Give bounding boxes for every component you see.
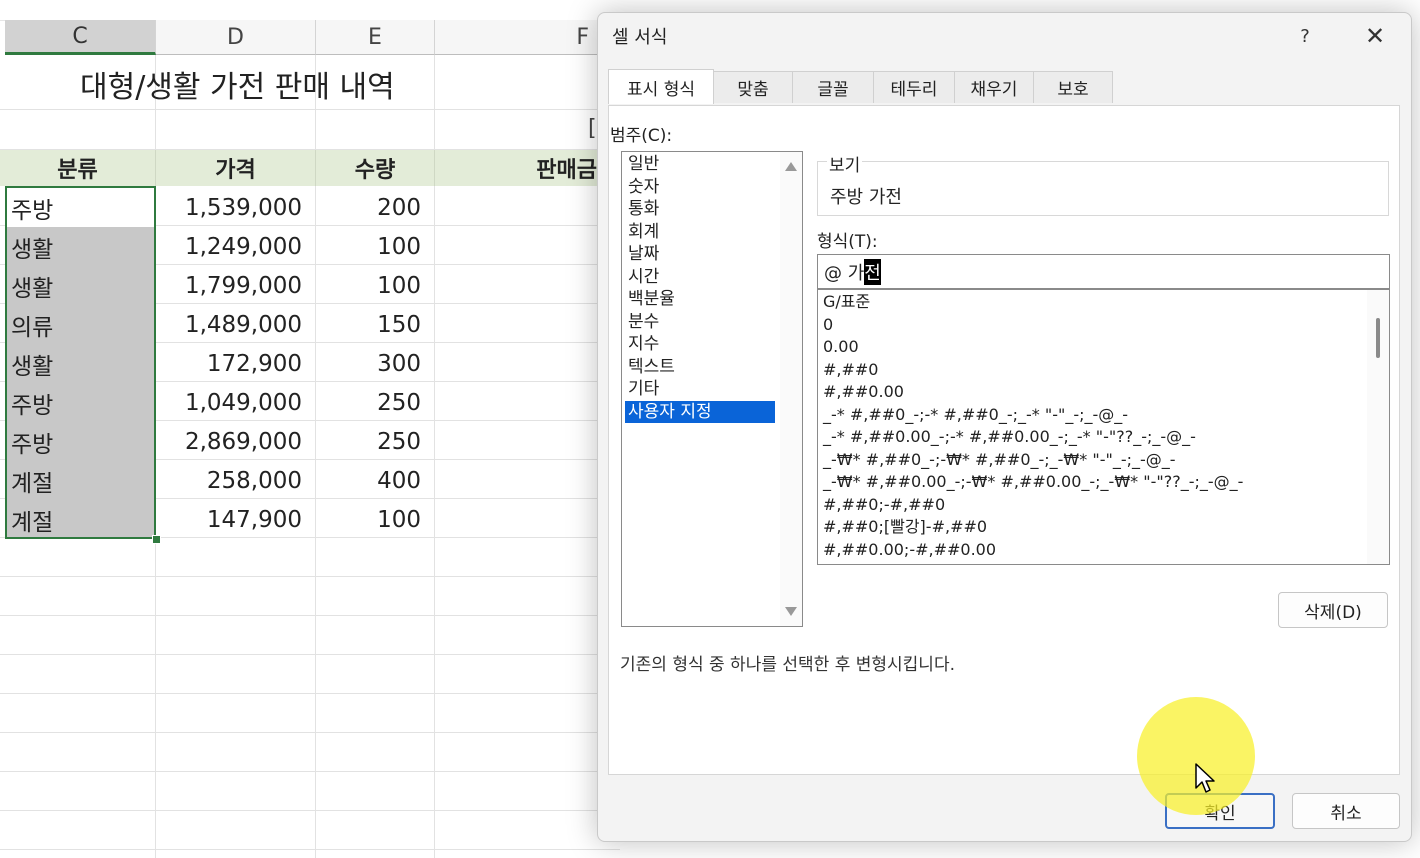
category-item[interactable]: 지수 — [625, 333, 775, 355]
format-item[interactable]: #,##0.00 — [823, 381, 904, 404]
cell-qty[interactable]: 100 — [316, 266, 435, 305]
scroll-up-icon[interactable] — [785, 162, 797, 171]
category-list[interactable]: 일반 숫자 통화 회계 날짜 시간 백분율 분수 지수 텍스트 기타 사용자 지… — [621, 151, 803, 627]
tab-font[interactable]: 글꼴 — [792, 71, 874, 103]
format-item[interactable]: _-* #,##0.00_-;-* #,##0.00_-;_-* "-"??_-… — [823, 426, 1196, 449]
category-item[interactable]: 통화 — [625, 198, 775, 220]
cell-price[interactable]: 172,900 — [156, 344, 316, 383]
format-cells-dialog: 셀 서식 ? ✕ 표시 형식 맞춤 글꼴 테두리 채우기 보호 범주(C): 일… — [597, 12, 1412, 842]
cell-category[interactable]: 의류 — [5, 305, 156, 344]
cell-price[interactable]: 1,539,000 — [156, 188, 316, 227]
category-item[interactable]: 백분율 — [625, 288, 775, 310]
cell-category[interactable]: 생활 — [5, 344, 156, 383]
cell-category[interactable]: 주방 — [5, 188, 156, 227]
tab-alignment[interactable]: 맞춤 — [713, 71, 793, 103]
column-header-e[interactable]: E — [316, 20, 435, 55]
format-item[interactable]: _-₩* #,##0.00_-;-₩* #,##0.00_-;_-₩* "-"?… — [823, 471, 1243, 494]
format-input-composing-char: 전 — [864, 258, 881, 285]
tab-border[interactable]: 테두리 — [873, 71, 955, 103]
format-item[interactable]: G/표준 — [823, 291, 870, 314]
format-label: 형식(T): — [817, 232, 878, 252]
sheet-title: 대형/생활 가전 판매 내역 — [80, 70, 395, 105]
category-item[interactable]: 분수 — [625, 311, 775, 333]
format-item[interactable]: #,##0;-#,##0 — [823, 494, 945, 517]
cell-category[interactable]: 주방 — [5, 422, 156, 461]
hint-text: 기존의 형식 중 하나를 선택한 후 변형시킵니다. — [620, 655, 955, 675]
format-list[interactable]: G/표준 0 0.00 #,##0 #,##0.00 _-* #,##0_-;-… — [817, 289, 1390, 565]
tab-bar: 표시 형식 맞춤 글꼴 테두리 채우기 보호 — [608, 69, 1113, 105]
ok-button[interactable]: 확인 — [1165, 793, 1275, 829]
column-header-f[interactable]: F — [435, 20, 620, 55]
cell-price[interactable]: 147,900 — [156, 500, 316, 539]
cell-qty[interactable]: 250 — [316, 383, 435, 422]
header-category[interactable]: 분류 — [0, 150, 156, 186]
cell-price[interactable]: 258,000 — [156, 461, 316, 500]
preview-value: 주방 가전 — [830, 187, 902, 208]
column-header-d[interactable]: D — [156, 20, 316, 55]
category-item[interactable]: 시간 — [625, 266, 775, 288]
format-item[interactable]: #,##0 — [823, 359, 878, 382]
cell-category[interactable]: 계절 — [5, 500, 156, 539]
formula-area-strip — [0, 0, 620, 21]
cell-price[interactable]: 2,869,000 — [156, 422, 316, 461]
preview-label: 보기 — [827, 151, 863, 176]
preview-box — [817, 161, 1389, 216]
dialog-title: 셀 서식 — [612, 27, 668, 48]
category-label: 범주(C): — [610, 126, 673, 146]
fill-handle[interactable] — [152, 535, 161, 544]
cell-category[interactable]: 주방 — [5, 383, 156, 422]
delete-button[interactable]: 삭제(D) — [1278, 592, 1388, 628]
category-item[interactable]: 텍스트 — [625, 356, 775, 378]
category-scrollbar[interactable] — [780, 152, 802, 626]
cell-price[interactable]: 1,489,000 — [156, 305, 316, 344]
format-item[interactable]: _-₩* #,##0_-;-₩* #,##0_-;_-₩* "-"_-;_-@_… — [823, 449, 1176, 472]
tab-protection[interactable]: 보호 — [1033, 71, 1113, 103]
column-header-c[interactable]: C — [5, 20, 156, 55]
cell-price[interactable]: 1,799,000 — [156, 266, 316, 305]
category-item[interactable]: 날짜 — [625, 243, 775, 265]
cell-category[interactable]: 생활 — [5, 266, 156, 305]
format-input-text: @ 가 — [824, 262, 865, 284]
format-item[interactable]: #,##0;[빨강]-#,##0 — [823, 516, 987, 539]
cell-qty[interactable]: 100 — [316, 500, 435, 539]
cell-category[interactable]: 생활 — [5, 227, 156, 266]
category-item-selected[interactable]: 사용자 지정 — [625, 400, 775, 423]
tab-fill[interactable]: 채우기 — [954, 71, 1034, 103]
cell-qty[interactable]: 200 — [316, 188, 435, 227]
close-button[interactable]: ✕ — [1355, 19, 1395, 53]
category-item[interactable]: 회계 — [625, 221, 775, 243]
help-button[interactable]: ? — [1287, 21, 1323, 51]
format-item[interactable]: _-* #,##0_-;-* #,##0_-;_-* "-"_-;_-@_- — [823, 404, 1128, 427]
header-qty[interactable]: 수량 — [316, 150, 435, 186]
format-input[interactable]: @ 가전 — [817, 254, 1390, 289]
category-item[interactable]: 일반 — [625, 153, 775, 175]
partial-cell-f: [ — [588, 116, 597, 141]
tab-number[interactable]: 표시 형식 — [608, 69, 714, 104]
format-item[interactable]: 0 — [823, 314, 833, 337]
cell-qty[interactable]: 150 — [316, 305, 435, 344]
format-scrollbar[interactable] — [1367, 290, 1389, 564]
category-item[interactable]: 기타 — [625, 378, 775, 400]
scroll-down-icon[interactable] — [785, 607, 797, 616]
cell-qty[interactable]: 300 — [316, 344, 435, 383]
cell-category[interactable]: 계절 — [5, 461, 156, 500]
cell-qty[interactable]: 250 — [316, 422, 435, 461]
cell-qty[interactable]: 400 — [316, 461, 435, 500]
header-sales[interactable]: 판매금 — [435, 150, 620, 186]
cancel-button[interactable]: 취소 — [1292, 793, 1400, 829]
cell-price[interactable]: 1,249,000 — [156, 227, 316, 266]
header-price[interactable]: 가격 — [156, 150, 316, 186]
category-item[interactable]: 숫자 — [625, 176, 775, 198]
format-scrollbar-thumb[interactable] — [1376, 318, 1380, 358]
cell-qty[interactable]: 100 — [316, 227, 435, 266]
format-item[interactable]: 0.00 — [823, 336, 859, 359]
cell-price[interactable]: 1,049,000 — [156, 383, 316, 422]
format-item[interactable]: #,##0.00;-#,##0.00 — [823, 539, 996, 562]
